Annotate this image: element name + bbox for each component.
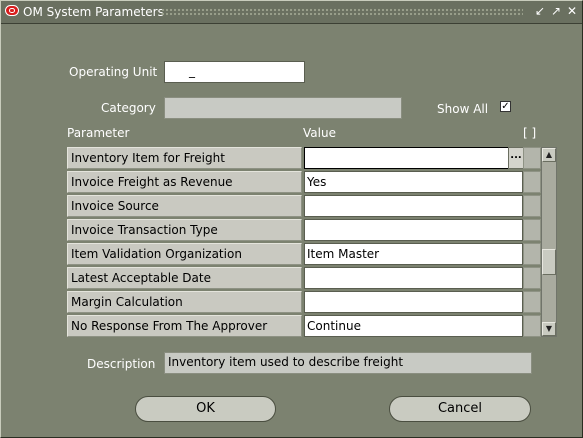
row-indicator[interactable] — [523, 291, 541, 313]
value-column-header: Value — [303, 126, 336, 140]
parameter-cell[interactable]: Invoice Freight as Revenue — [67, 171, 302, 193]
minimize-icon[interactable]: ↙ — [533, 4, 547, 19]
parameter-cell[interactable]: Latest Acceptable Date — [67, 267, 302, 289]
scroll-thumb[interactable] — [542, 249, 556, 275]
value-cell[interactable] — [304, 195, 523, 217]
folder-column-header[interactable]: [ ] — [523, 126, 536, 140]
cancel-button[interactable]: Cancel — [389, 396, 531, 422]
parameter-cell[interactable]: Inventory Item for Freight — [67, 147, 302, 169]
list-of-values-button[interactable]: ... — [508, 147, 524, 169]
ok-button[interactable]: OK — [135, 396, 276, 422]
row-indicator[interactable] — [523, 195, 541, 217]
title-drag-handle — [161, 8, 523, 17]
description-label: Description — [87, 357, 156, 371]
description-field: Inventory item used to describe freight — [164, 352, 532, 374]
parameter-cell[interactable]: Item Validation Organization — [67, 243, 302, 265]
value-cell[interactable] — [304, 219, 523, 241]
category-label: Category — [101, 101, 156, 115]
parameter-cell[interactable]: Invoice Transaction Type — [67, 219, 302, 241]
row-indicator[interactable] — [523, 267, 541, 289]
row-indicator[interactable] — [523, 315, 541, 337]
show-all-label: Show All — [437, 102, 489, 116]
value-cell[interactable] — [304, 267, 523, 289]
om-system-parameters-window: OM System Parameters ↙ ↗ ✕ Operating Uni… — [0, 0, 583, 438]
scroll-up-icon[interactable]: ▲ — [542, 148, 556, 162]
title-bar[interactable]: OM System Parameters ↙ ↗ ✕ — [1, 1, 582, 24]
parameter-column-header: Parameter — [67, 126, 130, 140]
maximize-icon[interactable]: ↗ — [549, 4, 563, 19]
value-cell[interactable] — [304, 291, 523, 313]
operating-unit-field[interactable]: _ — [164, 61, 305, 83]
value-cell[interactable]: Item Master — [304, 243, 523, 265]
operating-unit-label: Operating Unit — [69, 65, 158, 79]
category-field[interactable] — [164, 97, 402, 119]
oracle-logo-icon — [5, 5, 19, 16]
value-cell[interactable] — [304, 147, 509, 169]
parameter-cell[interactable]: Invoice Source — [67, 195, 302, 217]
close-icon[interactable]: ✕ — [565, 4, 579, 19]
parameter-cell[interactable]: No Response From The Approver — [67, 315, 302, 337]
scroll-down-icon[interactable]: ▼ — [542, 322, 556, 336]
value-cell[interactable]: Continue — [304, 315, 523, 337]
row-indicator[interactable] — [523, 147, 541, 169]
parameter-cell[interactable]: Margin Calculation — [67, 291, 302, 313]
show-all-checkbox[interactable]: ✓ — [500, 101, 511, 112]
row-indicator[interactable] — [523, 219, 541, 241]
row-indicator[interactable] — [523, 171, 541, 193]
window-title: OM System Parameters — [23, 5, 164, 19]
value-cell[interactable]: Yes — [304, 171, 523, 193]
row-indicator[interactable] — [523, 243, 541, 265]
vertical-scrollbar[interactable]: ▲ ▼ — [541, 147, 557, 337]
